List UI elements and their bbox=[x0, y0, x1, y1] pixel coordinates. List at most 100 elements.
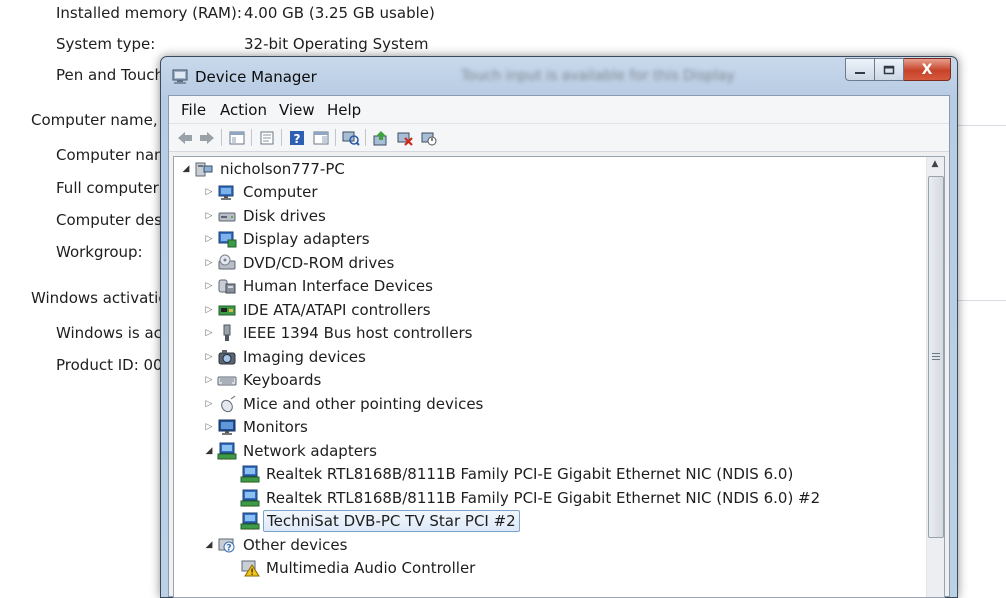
forward-arrow-icon bbox=[200, 131, 214, 144]
tree-node-label: Disk drives bbox=[243, 206, 326, 225]
scan-hardware-icon bbox=[342, 131, 360, 146]
computer-icon bbox=[195, 162, 213, 177]
tree-node-label: IEEE 1394 Bus host controllers bbox=[243, 324, 473, 342]
tree-node-label: DVD/CD-ROM drives bbox=[243, 253, 395, 272]
tree-node-label: Computer bbox=[243, 183, 318, 201]
computer-name-section-title: Computer name, do bbox=[31, 111, 182, 129]
toolbar-separator bbox=[221, 129, 222, 146]
computer-description-label: Computer descr bbox=[56, 211, 177, 229]
help-button[interactable]: ? bbox=[287, 128, 307, 147]
menu-view[interactable]: View bbox=[279, 101, 315, 119]
ram-value: 4.00 GB (3.25 GB usable) bbox=[244, 4, 435, 22]
menu-help[interactable]: Help bbox=[327, 101, 361, 119]
expand-arrow-icon[interactable]: ▷ bbox=[203, 422, 215, 432]
expand-arrow-icon[interactable]: ▷ bbox=[203, 305, 215, 315]
product-id-label: Product ID: 004 bbox=[56, 356, 173, 374]
expand-arrow-icon[interactable]: ▷ bbox=[203, 234, 215, 244]
show-hide-console-tree-icon bbox=[229, 131, 245, 144]
close-button[interactable]: X bbox=[904, 58, 951, 81]
tree-node-label: Imaging devices bbox=[243, 347, 366, 366]
tree-category-node[interactable]: ◢ Network adapters bbox=[203, 440, 380, 462]
expand-arrow-icon[interactable]: ▷ bbox=[203, 258, 215, 268]
menu-action[interactable]: Action bbox=[220, 101, 267, 119]
expand-arrow-icon[interactable]: ▷ bbox=[203, 352, 215, 362]
tree-category-node[interactable]: ▷ Keyboards bbox=[203, 369, 324, 391]
expand-arrow-icon[interactable]: ▷ bbox=[203, 328, 215, 338]
device-tree[interactable]: ◢ nicholson777-PC ▷ Computer ▷ Disk drives ▷… bbox=[173, 156, 945, 598]
help-icon: ? bbox=[290, 130, 304, 146]
tree-category-node[interactable]: ▷ Disk drives bbox=[203, 205, 329, 227]
tree-node-label: Display adapters bbox=[243, 230, 370, 248]
thumb-grip bbox=[932, 356, 940, 357]
tree-device-node[interactable]: Realtek RTL8168B/8111B Family PCI-E Giga… bbox=[226, 487, 823, 509]
tree-category-node[interactable]: ▷ Computer bbox=[203, 181, 321, 203]
close-icon: X bbox=[921, 61, 933, 78]
tree-category-node[interactable]: ▷ IEEE 1394 Bus host controllers bbox=[203, 322, 475, 344]
uninstall-button[interactable] bbox=[395, 128, 415, 147]
scroll-up-icon[interactable]: ▲ bbox=[929, 159, 941, 171]
expand-arrow-icon[interactable]: ▷ bbox=[203, 399, 215, 409]
pen-touch-label: Pen and Touch: bbox=[56, 66, 170, 84]
tree-root-node[interactable]: ◢ nicholson777-PC bbox=[180, 158, 348, 180]
windows-activation-section-title: Windows activation bbox=[31, 289, 178, 307]
tree-node-label: IDE ATA/ATAPI controllers bbox=[243, 300, 431, 319]
minimize-button[interactable] bbox=[845, 58, 875, 81]
expand-arrow-icon[interactable]: ▷ bbox=[203, 281, 215, 291]
tree-node-label: Monitors bbox=[243, 418, 308, 436]
tree-node-label: Keyboards bbox=[243, 371, 322, 389]
section-divider bbox=[950, 125, 1006, 126]
tree-device-node[interactable]: TechniSat DVB-PC TV Star PCI #2 bbox=[226, 510, 520, 532]
toolbar: ? bbox=[169, 124, 949, 152]
caption-buttons: X bbox=[845, 58, 951, 81]
thumb-grip bbox=[932, 353, 940, 354]
properties-button[interactable] bbox=[257, 128, 277, 147]
tree-category-node[interactable]: ▷ Human Interface Devices bbox=[203, 275, 436, 297]
title-bar[interactable]: Device Manager Touch input is available … bbox=[161, 57, 957, 95]
menu-file[interactable]: File bbox=[181, 101, 206, 119]
scrollbar-thumb[interactable] bbox=[928, 176, 944, 538]
expand-arrow-icon[interactable]: ▷ bbox=[203, 187, 215, 197]
tree-category-node[interactable]: ▷ Imaging devices bbox=[203, 346, 369, 368]
device-manager-icon bbox=[172, 69, 188, 84]
display-adapter-icon bbox=[218, 231, 237, 248]
action-pane-button[interactable] bbox=[311, 128, 331, 147]
network-adapter-icon bbox=[217, 442, 237, 460]
system-type-label: System type: bbox=[56, 35, 156, 53]
hid-icon bbox=[218, 279, 236, 294]
maximize-icon bbox=[883, 65, 895, 74]
mouse-icon bbox=[221, 395, 236, 412]
svg-text:?: ? bbox=[294, 132, 301, 146]
tree-category-node[interactable]: ◢? Other devices bbox=[203, 534, 350, 556]
scan-hardware-button[interactable] bbox=[341, 128, 361, 147]
update-driver-button[interactable] bbox=[371, 128, 391, 147]
tree-category-node[interactable]: ▷ Mice and other pointing devices bbox=[203, 393, 486, 415]
tree-device-node[interactable]: Multimedia Audio Controller bbox=[226, 557, 478, 579]
tree-device-node[interactable]: Realtek RTL8168B/8111B Family PCI-E Giga… bbox=[226, 463, 796, 485]
back-button[interactable] bbox=[175, 128, 195, 147]
disk-drive-icon bbox=[218, 212, 236, 221]
forward-button[interactable] bbox=[197, 128, 217, 147]
maximize-button[interactable] bbox=[875, 58, 904, 81]
expand-arrow-icon[interactable]: ▷ bbox=[203, 375, 215, 385]
network-adapter-icon bbox=[240, 465, 260, 483]
tree-node-label: Network adapters bbox=[243, 441, 377, 460]
obscured-background-text: Touch input is available for this Displa… bbox=[461, 68, 735, 84]
expand-arrow-icon[interactable]: ▷ bbox=[203, 211, 215, 221]
vertical-scrollbar[interactable]: ▲ bbox=[926, 157, 944, 597]
tree-category-node[interactable]: ▷ DVD/CD-ROM drives bbox=[203, 252, 397, 274]
thumb-grip bbox=[932, 359, 940, 360]
dvd-drive-icon bbox=[218, 254, 236, 269]
unknown-device-warning-icon bbox=[241, 560, 260, 577]
window-client-area: File Action View Help ? ◢ nicholson777-P… bbox=[168, 95, 950, 598]
tree-category-node[interactable]: ▷ Monitors bbox=[203, 416, 311, 438]
tree-category-node[interactable]: ▷ IDE ATA/ATAPI controllers bbox=[203, 299, 434, 321]
show-hide-console-tree-button[interactable] bbox=[227, 128, 247, 147]
disable-device-button[interactable] bbox=[419, 128, 439, 147]
collapse-arrow-icon[interactable]: ◢ bbox=[180, 164, 192, 174]
collapse-arrow-icon[interactable]: ◢ bbox=[203, 540, 215, 550]
collapse-arrow-icon[interactable]: ◢ bbox=[203, 446, 215, 456]
tree-category-node[interactable]: ▷ Display adapters bbox=[203, 228, 373, 250]
window-title: Device Manager bbox=[195, 68, 317, 86]
uninstall-icon bbox=[397, 132, 413, 146]
toolbar-separator bbox=[365, 129, 366, 146]
